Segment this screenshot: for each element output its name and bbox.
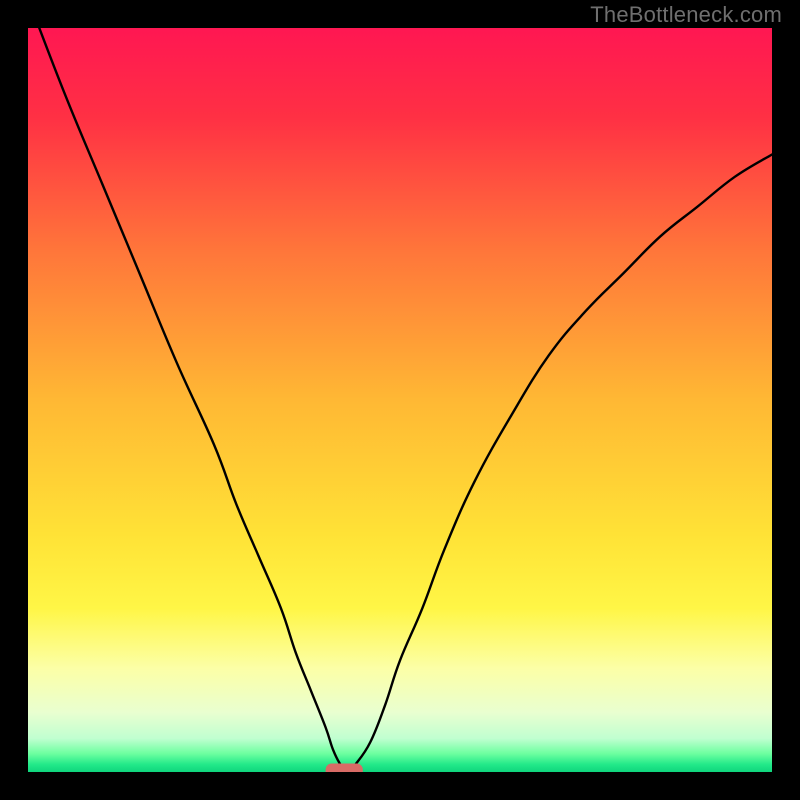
plot-area xyxy=(28,28,772,772)
chart-frame: TheBottleneck.com xyxy=(0,0,800,800)
min-marker xyxy=(326,764,363,772)
watermark-text: TheBottleneck.com xyxy=(590,2,782,28)
chart-svg xyxy=(28,28,772,772)
